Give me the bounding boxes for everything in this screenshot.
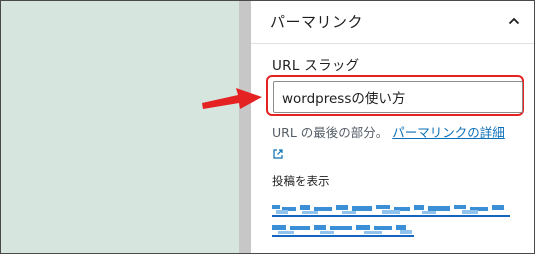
view-post-label: 投稿を表示: [272, 174, 330, 188]
obscured-post-url-link[interactable]: [272, 205, 512, 243]
chevron-up-icon[interactable]: [504, 11, 524, 31]
url-slug-label: URL スラッグ: [272, 58, 360, 74]
panel-header[interactable]: パーマリンク: [251, 1, 534, 44]
annotation-arrow-icon: [202, 88, 262, 109]
permalink-details-link[interactable]: パーマリンクの詳細: [392, 125, 505, 140]
panel-title: パーマリンク: [270, 13, 364, 31]
url-slug-input[interactable]: [273, 81, 523, 113]
external-link-icon[interactable]: [272, 145, 284, 159]
panel-divider: [239, 1, 251, 253]
screenshot-frame: パーマリンク URL スラッグ URL の最後の部分。 パーマリンクの詳細 投稿…: [0, 0, 535, 254]
editor-canvas-area: [1, 1, 239, 253]
help-text-row: URL の最後の部分。 パーマリンクの詳細: [272, 122, 532, 141]
permalink-panel: パーマリンク URL スラッグ URL の最後の部分。 パーマリンクの詳細 投稿…: [251, 1, 534, 253]
help-text: URL の最後の部分。: [272, 125, 389, 140]
